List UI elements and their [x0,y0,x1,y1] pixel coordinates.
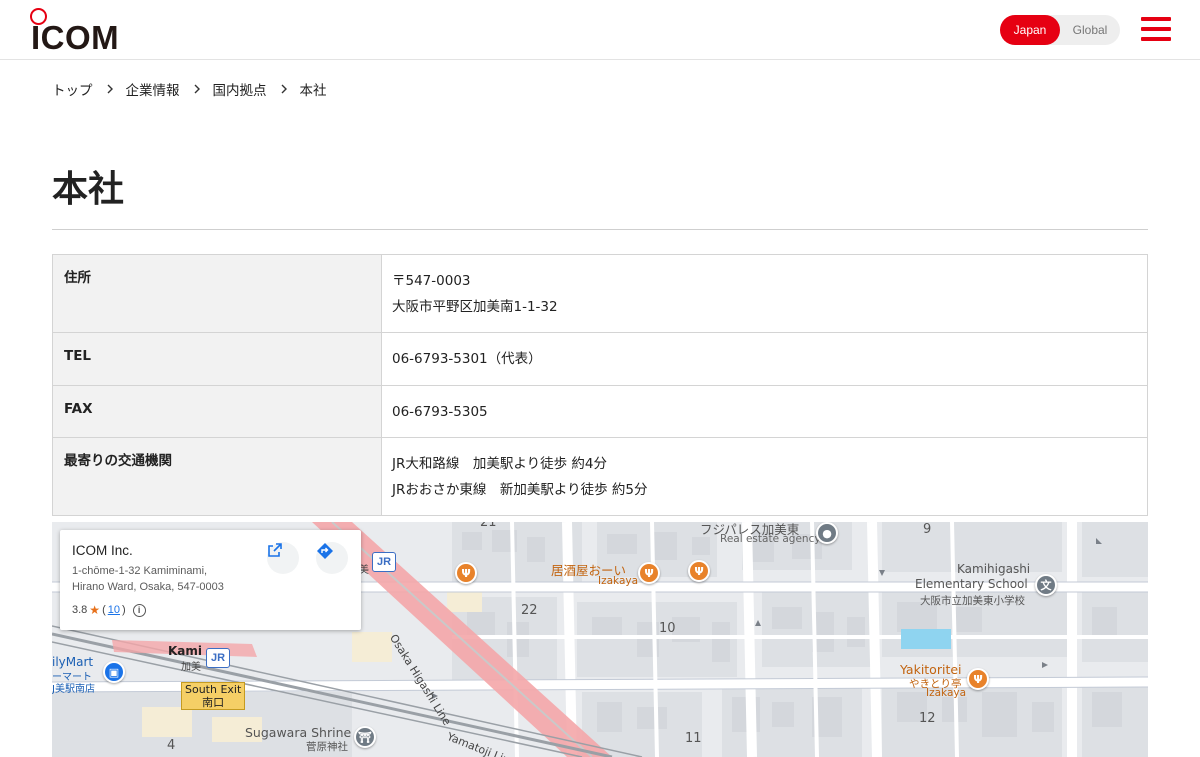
block-number: 9 [923,522,932,537]
street-address: 大阪市平野区加美南1-1-32 [392,298,558,315]
tel-value[interactable]: 06-6793-5301（代表） [381,332,1148,386]
transit-label: 最寄りの交通機関 [52,437,382,516]
jr-station-icon[interactable]: JR [372,552,396,572]
chevron-right-icon [102,81,118,97]
open-in-new-icon[interactable] [267,542,299,574]
breadcrumb-top[interactable]: トップ [52,79,93,99]
south-exit-jp: 南口 [202,696,225,709]
map-label-kami-station: Kami [168,644,203,658]
logo-text: ICOM [31,19,120,56]
rating-close-paren: ) [121,604,126,616]
rating-value: 3.8 [72,604,88,616]
review-count-link[interactable]: 10 [108,604,120,616]
place-name: ICOM Inc. [72,543,133,558]
restaurant-pin-icon[interactable]: Ψ [455,562,477,584]
map-label-sugawara-jp: 菅原神社 [306,741,348,753]
region-global-button[interactable]: Global [1060,15,1120,45]
convenience-store-pin-icon[interactable]: ▣ [103,661,125,683]
map-label-school-jp: 大阪市立加美東小学校 [920,595,1025,607]
info-table: 住所 〒547-0003 大阪市平野区加美南1-1-32 TEL 06-6793… [52,254,1148,516]
directions-icon[interactable] [316,542,348,574]
breadcrumb-company[interactable]: 企業情報 [126,79,180,99]
table-row-transit: 最寄りの交通機関 JR大和路線 加美駅より徒歩 約4分 JRおおさか東線 新加美… [52,437,1148,516]
breadcrumb-domestic[interactable]: 国内拠点 [213,79,267,99]
star-icon: ★ [89,603,101,617]
table-row-fax: FAX 06-6793-5305 [52,384,1148,438]
hamburger-menu-icon[interactable] [1141,16,1171,44]
restaurant-pin-icon[interactable]: Ψ [688,560,710,582]
shrine-pin-icon[interactable]: ⛩ [354,726,376,748]
restaurant-pin-icon[interactable]: Ψ [967,668,989,690]
chevron-right-icon [189,81,205,97]
block-number: 12 [919,711,936,726]
transit-line-2: JRおおさか東線 新加美駅より徒歩 約5分 [392,481,648,498]
region-japan-button[interactable]: Japan [1000,15,1060,45]
site-header: ICOM Japan Global [0,0,1200,60]
fax-label: FAX [52,384,382,438]
block-number: 21 [480,522,497,530]
place-address-line1: 1-chōme-1-32 Kamiminami, [72,565,208,577]
info-icon[interactable]: i [132,603,146,617]
region-toggle: Japan Global [1000,15,1120,45]
place-address: 1-chōme-1-32 Kamiminami, Hirano Ward, Os… [72,563,252,595]
block-number: 11 [685,731,702,746]
address-label: 住所 [52,254,382,333]
rating-open-paren: ( [102,604,106,616]
title-divider [52,229,1148,230]
block-number: 4 [167,738,176,753]
transit-line-1: JR大和路線 加美駅より徒歩 約4分 [392,456,607,472]
tel-label: TEL [52,332,382,386]
real-estate-pin-icon[interactable]: ● [816,522,838,544]
place-address-line2: Hirano Ward, Osaka, 547-0003 [72,581,224,593]
page-title: 本社 [52,169,125,210]
map-label-yakitoritei: Yakitoritei [900,662,962,677]
map-label-real-estate: Real estate agency [720,533,821,545]
breadcrumb: トップ 企業情報 国内拠点 本社 [52,79,327,99]
fax-value: 06-6793-5305 [381,384,1148,438]
south-exit-sign: South Exit 南口 [181,682,246,710]
school-pin-icon[interactable]: 文 [1035,574,1057,596]
map-label-sugawara-shrine: Sugawara Shrine [245,725,352,740]
map-label-izakaya: Izakaya [598,575,639,587]
jr-station-icon[interactable]: JR [206,648,230,668]
table-row-address: 住所 〒547-0003 大阪市平野区加美南1-1-32 [52,254,1148,333]
block-number: 22 [521,603,538,618]
map-label-school-1: Kamihigashi [957,562,1031,576]
map-label-school-2: Elementary School [915,577,1028,591]
address-value: 〒547-0003 大阪市平野区加美南1-1-32 [381,254,1148,333]
south-exit-en: South Exit [185,683,242,696]
table-row-tel: TEL 06-6793-5301（代表） [52,332,1148,386]
place-info-card: ICOM Inc. 1-chōme-1-32 Kamiminami, Hiran… [60,530,361,630]
map-label-kami-station-jp: 加美 [181,662,201,673]
map-label-familymart: ilyMart [52,655,94,669]
place-rating: 3.8 ★ ( 10 ) i [72,603,146,617]
chevron-right-icon [276,81,292,97]
map-label-familymart-jp2: J美駅南店 [52,684,95,695]
icom-logo[interactable]: ICOM [30,8,122,56]
restaurant-pin-icon[interactable]: Ψ [638,562,660,584]
block-number: 10 [659,621,676,636]
google-map[interactable]: 21 22 10 9 12 11 4 フジパレス加美東 Real estate … [52,522,1148,757]
map-label-yakitoritei-type: Izakaya [926,687,967,699]
postal-code: 〒547-0003 [392,273,471,289]
breadcrumb-current: 本社 [299,83,327,99]
transit-value: JR大和路線 加美駅より徒歩 約4分 JRおおさか東線 新加美駅より徒歩 約5分 [381,437,1148,516]
